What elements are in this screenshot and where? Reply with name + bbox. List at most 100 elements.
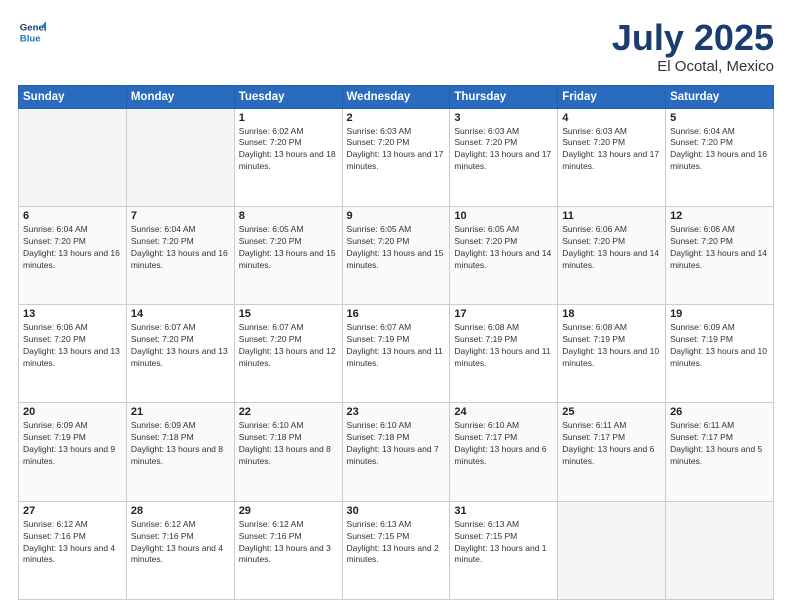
- day-number: 28: [131, 505, 230, 517]
- day-info: Sunrise: 6:12 AMSunset: 7:16 PMDaylight:…: [23, 519, 122, 567]
- calendar-table: Sunday Monday Tuesday Wednesday Thursday…: [18, 85, 774, 600]
- day-number: 31: [454, 505, 553, 517]
- day-info: Sunrise: 6:06 AMSunset: 7:20 PMDaylight:…: [23, 322, 122, 370]
- col-tuesday: Tuesday: [234, 85, 342, 108]
- day-info: Sunrise: 6:02 AMSunset: 7:20 PMDaylight:…: [239, 126, 338, 174]
- table-cell: 20 Sunrise: 6:09 AMSunset: 7:19 PMDayligh…: [19, 403, 127, 501]
- day-info: Sunrise: 6:09 AMSunset: 7:19 PMDaylight:…: [23, 420, 122, 468]
- day-info: Sunrise: 6:10 AMSunset: 7:18 PMDaylight:…: [347, 420, 446, 468]
- day-number: 29: [239, 505, 338, 517]
- page: General Blue July 2025 El Ocotal, Mexico…: [0, 0, 792, 612]
- day-info: Sunrise: 6:08 AMSunset: 7:19 PMDaylight:…: [454, 322, 553, 370]
- day-info: Sunrise: 6:04 AMSunset: 7:20 PMDaylight:…: [131, 224, 230, 272]
- day-number: 5: [670, 112, 769, 124]
- day-info: Sunrise: 6:13 AMSunset: 7:15 PMDaylight:…: [347, 519, 446, 567]
- day-info: Sunrise: 6:05 AMSunset: 7:20 PMDaylight:…: [454, 224, 553, 272]
- day-info: Sunrise: 6:06 AMSunset: 7:20 PMDaylight:…: [562, 224, 661, 272]
- day-info: Sunrise: 6:03 AMSunset: 7:20 PMDaylight:…: [347, 126, 446, 174]
- table-cell: 19Sunrise: 6:09 AMSunset: 7:19 PMDayligh…: [666, 305, 774, 403]
- day-number: 27: [23, 505, 122, 517]
- table-cell: 22 Sunrise: 6:10 AMSunset: 7:18 PMDayligh…: [234, 403, 342, 501]
- table-cell: 5 Sunrise: 6:04 AMSunset: 7:20 PMDaylight…: [666, 108, 774, 206]
- table-cell: 21 Sunrise: 6:09 AMSunset: 7:18 PMDayligh…: [126, 403, 234, 501]
- day-number: 2: [347, 112, 446, 124]
- table-cell: 3Sunrise: 6:03 AMSunset: 7:20 PMDaylight…: [450, 108, 558, 206]
- day-info: Sunrise: 6:05 AMSunset: 7:20 PMDaylight:…: [347, 224, 446, 272]
- day-number: 6: [23, 210, 122, 222]
- day-number: 8: [239, 210, 338, 222]
- day-number: 18: [562, 308, 661, 320]
- day-number: 23: [347, 406, 446, 418]
- day-info: Sunrise: 6:04 AMSunset: 7:20 PMDaylight:…: [23, 224, 122, 272]
- table-cell: 15Sunrise: 6:07 AMSunset: 7:20 PMDayligh…: [234, 305, 342, 403]
- day-info: Sunrise: 6:10 AMSunset: 7:18 PMDaylight:…: [239, 420, 338, 468]
- day-info: Sunrise: 6:07 AMSunset: 7:20 PMDaylight:…: [131, 322, 230, 370]
- title-block: July 2025 El Ocotal, Mexico: [612, 18, 774, 75]
- table-cell: 25Sunrise: 6:11 AMSunset: 7:17 PMDayligh…: [558, 403, 666, 501]
- day-number: 19: [670, 308, 769, 320]
- table-cell: 1Sunrise: 6:02 AMSunset: 7:20 PMDaylight…: [234, 108, 342, 206]
- day-number: 4: [562, 112, 661, 124]
- day-number: 10: [454, 210, 553, 222]
- table-cell: 31 Sunrise: 6:13 AMSunset: 7:15 PMDayligh…: [450, 501, 558, 599]
- day-number: 21: [131, 406, 230, 418]
- day-number: 13: [23, 308, 122, 320]
- day-number: 14: [131, 308, 230, 320]
- day-number: 9: [347, 210, 446, 222]
- day-info: Sunrise: 6:11 AMSunset: 7:17 PMDaylight:…: [562, 420, 661, 468]
- day-number: 20: [23, 406, 122, 418]
- table-cell: [126, 108, 234, 206]
- table-cell: 17Sunrise: 6:08 AMSunset: 7:19 PMDayligh…: [450, 305, 558, 403]
- day-number: 26: [670, 406, 769, 418]
- svg-text:Blue: Blue: [20, 34, 41, 45]
- col-saturday: Saturday: [666, 85, 774, 108]
- table-cell: 27 Sunrise: 6:12 AMSunset: 7:16 PMDayligh…: [19, 501, 127, 599]
- col-wednesday: Wednesday: [342, 85, 450, 108]
- col-friday: Friday: [558, 85, 666, 108]
- table-cell: 14 Sunrise: 6:07 AMSunset: 7:20 PMDayligh…: [126, 305, 234, 403]
- day-info: Sunrise: 6:08 AMSunset: 7:19 PMDaylight:…: [562, 322, 661, 370]
- day-number: 7: [131, 210, 230, 222]
- day-number: 11: [562, 210, 661, 222]
- table-cell: 10 Sunrise: 6:05 AMSunset: 7:20 PMDayligh…: [450, 206, 558, 304]
- day-number: 3: [454, 112, 553, 124]
- table-cell: 26Sunrise: 6:11 AMSunset: 7:17 PMDayligh…: [666, 403, 774, 501]
- table-cell: [19, 108, 127, 206]
- week-row-2: 6 Sunrise: 6:04 AMSunset: 7:20 PMDaylight…: [19, 206, 774, 304]
- day-info: Sunrise: 6:12 AMSunset: 7:16 PMDaylight:…: [131, 519, 230, 567]
- location: El Ocotal, Mexico: [612, 58, 774, 75]
- table-cell: 9 Sunrise: 6:05 AMSunset: 7:20 PMDaylight…: [342, 206, 450, 304]
- day-info: Sunrise: 6:05 AMSunset: 7:20 PMDaylight:…: [239, 224, 338, 272]
- header-row: Sunday Monday Tuesday Wednesday Thursday…: [19, 85, 774, 108]
- table-cell: [666, 501, 774, 599]
- table-cell: 11 Sunrise: 6:06 AMSunset: 7:20 PMDayligh…: [558, 206, 666, 304]
- logo: General Blue: [18, 18, 46, 46]
- day-info: Sunrise: 6:13 AMSunset: 7:15 PMDaylight:…: [454, 519, 553, 567]
- week-row-5: 27 Sunrise: 6:12 AMSunset: 7:16 PMDayligh…: [19, 501, 774, 599]
- week-row-4: 20 Sunrise: 6:09 AMSunset: 7:19 PMDayligh…: [19, 403, 774, 501]
- header: General Blue July 2025 El Ocotal, Mexico: [18, 18, 774, 75]
- table-cell: 28 Sunrise: 6:12 AMSunset: 7:16 PMDayligh…: [126, 501, 234, 599]
- day-info: Sunrise: 6:04 AMSunset: 7:20 PMDaylight:…: [670, 126, 769, 174]
- day-info: Sunrise: 6:12 AMSunset: 7:16 PMDaylight:…: [239, 519, 338, 567]
- col-monday: Monday: [126, 85, 234, 108]
- day-number: 24: [454, 406, 553, 418]
- day-info: Sunrise: 6:09 AMSunset: 7:18 PMDaylight:…: [131, 420, 230, 468]
- table-cell: 24 Sunrise: 6:10 AMSunset: 7:17 PMDayligh…: [450, 403, 558, 501]
- day-number: 16: [347, 308, 446, 320]
- table-cell: 29 Sunrise: 6:12 AMSunset: 7:16 PMDayligh…: [234, 501, 342, 599]
- table-cell: 13 Sunrise: 6:06 AMSunset: 7:20 PMDayligh…: [19, 305, 127, 403]
- day-info: Sunrise: 6:07 AMSunset: 7:19 PMDaylight:…: [347, 322, 446, 370]
- day-info: Sunrise: 6:10 AMSunset: 7:17 PMDaylight:…: [454, 420, 553, 468]
- month-title: July 2025: [612, 18, 774, 58]
- table-cell: 8 Sunrise: 6:05 AMSunset: 7:20 PMDaylight…: [234, 206, 342, 304]
- table-cell: 6 Sunrise: 6:04 AMSunset: 7:20 PMDaylight…: [19, 206, 127, 304]
- day-number: 22: [239, 406, 338, 418]
- table-cell: [558, 501, 666, 599]
- logo-icon: General Blue: [18, 18, 46, 46]
- day-info: Sunrise: 6:03 AMSunset: 7:20 PMDaylight:…: [562, 126, 661, 174]
- table-cell: 30Sunrise: 6:13 AMSunset: 7:15 PMDayligh…: [342, 501, 450, 599]
- table-cell: 16 Sunrise: 6:07 AMSunset: 7:19 PMDayligh…: [342, 305, 450, 403]
- day-number: 15: [239, 308, 338, 320]
- day-info: Sunrise: 6:06 AMSunset: 7:20 PMDaylight:…: [670, 224, 769, 272]
